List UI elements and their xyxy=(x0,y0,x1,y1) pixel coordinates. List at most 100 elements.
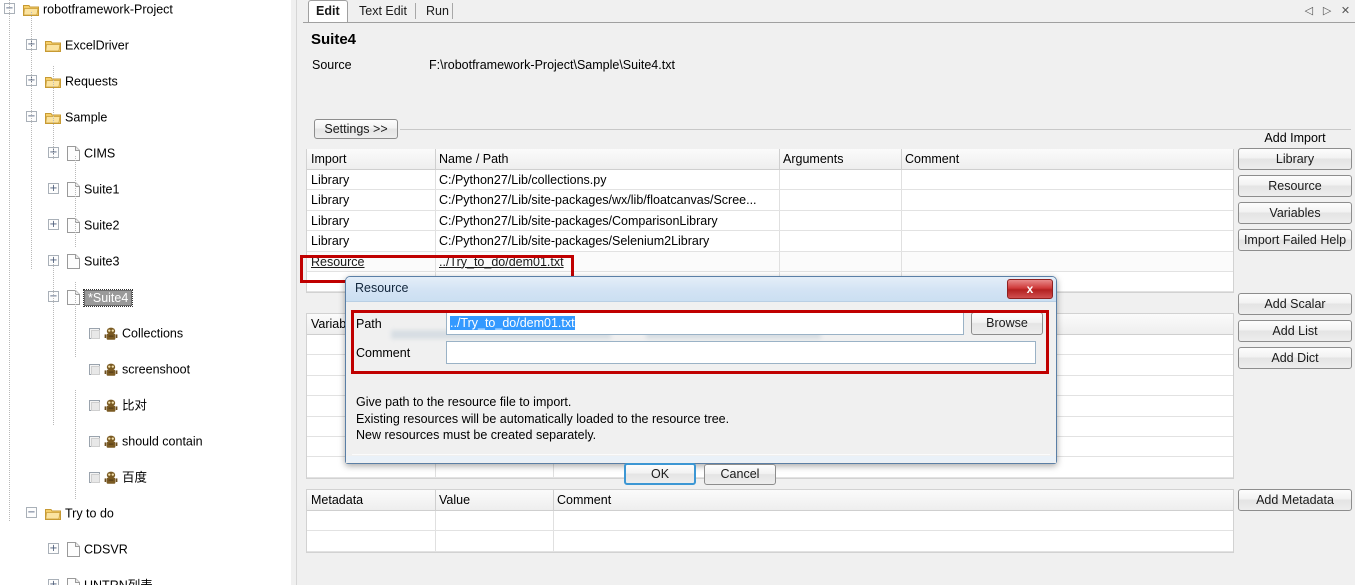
column-separator xyxy=(553,511,554,531)
tree-item-2[interactable]: +Requests xyxy=(0,72,290,90)
add-list-button[interactable]: Add List xyxy=(1238,320,1352,342)
next-tab-icon[interactable]: ▷ xyxy=(1320,2,1335,20)
cell-0[interactable]: Library xyxy=(307,231,435,250)
cell-2[interactable] xyxy=(779,170,901,189)
tree-item-0[interactable]: −robotframework-Project xyxy=(0,0,290,18)
tree-item-checkbox[interactable] xyxy=(89,472,100,484)
tree-item-11[interactable]: 比对 xyxy=(0,396,290,414)
expand-icon[interactable]: + xyxy=(48,579,59,585)
file-icon xyxy=(67,218,80,234)
add-metadata-button[interactable]: Add Metadata xyxy=(1238,489,1352,511)
browse-button[interactable]: Browse xyxy=(971,312,1043,335)
cell-3[interactable] xyxy=(901,170,1233,189)
cell-1[interactable]: ../Try_to_do/dem01.txt xyxy=(435,252,779,271)
expand-icon[interactable]: + xyxy=(48,183,59,195)
tree-item-13[interactable]: 百度 xyxy=(0,468,290,486)
tab-edit[interactable]: Edit xyxy=(308,0,348,22)
resource-dialog[interactable]: Resource x Path ../Try_to_do/dem01.txt B… xyxy=(345,276,1057,485)
import-failed-help-button[interactable]: Import Failed Help xyxy=(1238,229,1352,251)
cell-1[interactable]: C:/Python27/Lib/collections.py xyxy=(435,170,779,189)
tree-item-3[interactable]: −Sample xyxy=(0,108,290,126)
cell-3[interactable] xyxy=(901,190,1233,209)
tree-item-checkbox[interactable] xyxy=(89,436,100,448)
tab-text-edit[interactable]: Text Edit xyxy=(352,1,414,22)
cell-0[interactable] xyxy=(307,511,435,530)
path-input[interactable]: ../Try_to_do/dem01.txt xyxy=(446,312,964,335)
tree-item-7[interactable]: + Suite3 xyxy=(0,252,290,270)
tree-item-15[interactable]: + CDSVR xyxy=(0,540,290,558)
tree-item-4[interactable]: +CIMS xyxy=(0,144,290,162)
add-resource-button[interactable]: Resource xyxy=(1238,175,1352,197)
cell-0[interactable]: Library xyxy=(307,170,435,189)
dialog-help-text: Give path to the resource file to import… xyxy=(356,394,729,444)
tree-item-10[interactable]: screenshoot xyxy=(0,360,290,378)
add-variables-button[interactable]: Variables xyxy=(1238,202,1352,224)
settings-divider xyxy=(400,129,1351,130)
tree-item-checkbox[interactable] xyxy=(89,364,100,376)
project-tree-panel[interactable]: −robotframework-Project +ExcelDriver +Requ… xyxy=(0,0,290,585)
tree-item-8[interactable]: −*Suite4 xyxy=(0,288,290,307)
metadata-table-row[interactable] xyxy=(307,531,1233,552)
cell-2[interactable] xyxy=(779,231,901,250)
cell-2[interactable] xyxy=(553,531,1233,550)
add-dict-button[interactable]: Add Dict xyxy=(1238,347,1352,369)
column-separator xyxy=(779,210,780,231)
tree-item-1[interactable]: +ExcelDriver xyxy=(0,36,290,54)
import-table-header: Import Name / Path Arguments Comment xyxy=(307,149,1233,170)
comment-input[interactable] xyxy=(446,341,1036,364)
folder-icon xyxy=(45,39,61,53)
column-separator xyxy=(435,511,436,531)
tree-item-label: 比对 xyxy=(122,398,148,413)
tree-item-16[interactable]: + UNTRN列表 xyxy=(0,576,290,585)
cell-0[interactable]: Library xyxy=(307,211,435,230)
tree-item-14[interactable]: − Try to do xyxy=(0,504,290,522)
cell-1[interactable]: C:/Python27/Lib/site-packages/Selenium2L… xyxy=(435,231,779,250)
tab-run[interactable]: Run xyxy=(419,1,456,22)
cell-1[interactable]: C:/Python27/Lib/site-packages/Comparison… xyxy=(435,211,779,230)
tree-item-checkbox[interactable] xyxy=(89,328,100,340)
settings-button[interactable]: Settings >> xyxy=(314,119,398,139)
cell-2[interactable] xyxy=(779,211,901,230)
prev-tab-icon[interactable]: ◁ xyxy=(1301,2,1316,20)
cell-0[interactable]: Resource xyxy=(307,252,435,271)
cancel-button[interactable]: Cancel xyxy=(704,464,776,485)
import-table-row[interactable]: Library C:/Python27/Lib/site-packages/Com… xyxy=(307,210,1233,232)
cell-3[interactable] xyxy=(901,211,1233,230)
import-table-row[interactable]: Library C:/Python27/Lib/collections.py xyxy=(307,170,1233,191)
expand-icon[interactable]: + xyxy=(48,219,59,231)
cell-1[interactable] xyxy=(435,531,553,550)
tree-item-6[interactable]: + Suite2 xyxy=(0,216,290,234)
cell-link[interactable]: Resource xyxy=(311,255,365,269)
tree-item-9[interactable]: Collections xyxy=(0,324,290,342)
tree-guide-line xyxy=(75,156,76,248)
cell-1[interactable] xyxy=(435,511,553,530)
import-table-row[interactable]: Library C:/Python27/Lib/site-packages/Sel… xyxy=(307,231,1233,252)
tree-item-label: *Suite4 xyxy=(82,288,134,307)
cell-1[interactable]: C:/Python27/Lib/site-packages/wx/lib/flo… xyxy=(435,190,779,209)
import-table-row[interactable]: Library C:/Python27/Lib/site-packages/wx/… xyxy=(307,190,1233,211)
import-table-row[interactable]: Resource ../Try_to_do/dem01.txt xyxy=(307,251,1233,272)
collapse-icon[interactable]: − xyxy=(26,507,37,519)
dialog-title-bar[interactable]: Resource x xyxy=(346,277,1056,302)
cell-3[interactable] xyxy=(901,252,1233,271)
ok-button[interactable]: OK xyxy=(624,463,696,485)
import-table[interactable]: Import Name / Path Arguments Comment Library… xyxy=(306,149,1234,294)
panel-splitter[interactable] xyxy=(290,0,302,585)
cell-2[interactable] xyxy=(779,190,901,209)
cell-3[interactable] xyxy=(901,231,1233,250)
metadata-table[interactable]: Metadata Value Comment xyxy=(306,489,1234,553)
cell-0[interactable]: Library xyxy=(307,190,435,209)
cell-2[interactable] xyxy=(779,252,901,271)
tree-item-checkbox[interactable] xyxy=(89,400,100,412)
add-library-button[interactable]: Library xyxy=(1238,148,1352,170)
cell-2[interactable] xyxy=(553,511,1233,530)
close-tab-icon[interactable]: ✕ xyxy=(1338,2,1353,20)
cell-0[interactable] xyxy=(307,531,435,550)
cell-link[interactable]: ../Try_to_do/dem01.txt xyxy=(439,255,564,269)
close-icon[interactable]: x xyxy=(1007,279,1053,299)
metadata-table-row[interactable] xyxy=(307,511,1233,532)
expand-icon[interactable]: + xyxy=(48,543,59,555)
add-scalar-button[interactable]: Add Scalar xyxy=(1238,293,1352,315)
tree-item-5[interactable]: + Suite1 xyxy=(0,180,290,198)
tree-item-12[interactable]: should contain xyxy=(0,432,290,450)
